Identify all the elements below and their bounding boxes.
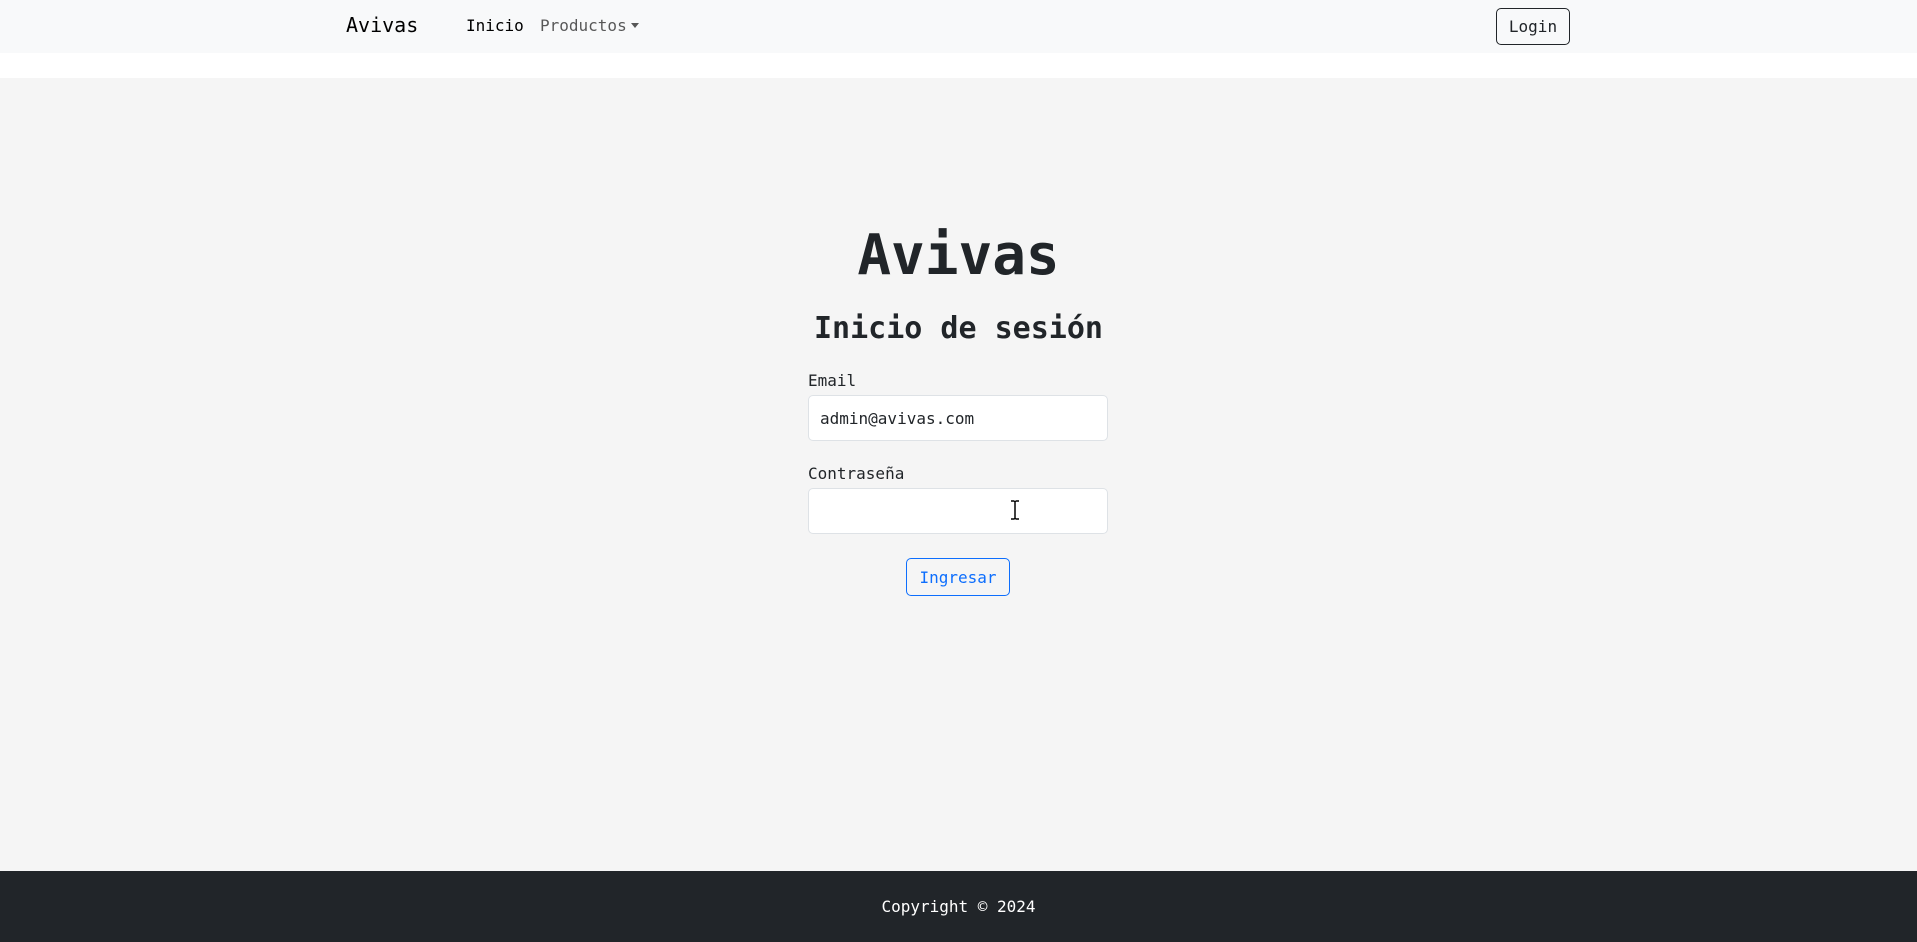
- ingresar-button[interactable]: Ingresar: [906, 558, 1010, 596]
- nav-link-inicio[interactable]: Inicio: [466, 16, 524, 35]
- copyright-text: Copyright © 2024: [881, 897, 1036, 916]
- email-field[interactable]: [808, 395, 1108, 441]
- navbar-brand[interactable]: Avivas: [346, 13, 418, 37]
- site-title: Avivas: [857, 223, 1060, 288]
- nav-link-productos-label: Productos: [540, 16, 627, 35]
- navbar: Avivas Inicio Productos Login: [0, 0, 1917, 53]
- footer: Copyright © 2024: [0, 871, 1917, 942]
- password-field[interactable]: [808, 488, 1108, 534]
- login-title: Inicio de sesión: [814, 311, 1103, 346]
- caret-down-icon: [630, 23, 639, 28]
- email-label: Email: [808, 371, 857, 390]
- text-cursor-icon: [1011, 500, 1019, 520]
- password-label: Contraseña: [808, 464, 905, 483]
- main-content: [0, 78, 1917, 872]
- nav-link-productos-dropdown[interactable]: Productos: [540, 16, 639, 35]
- login-button[interactable]: Login: [1496, 8, 1570, 45]
